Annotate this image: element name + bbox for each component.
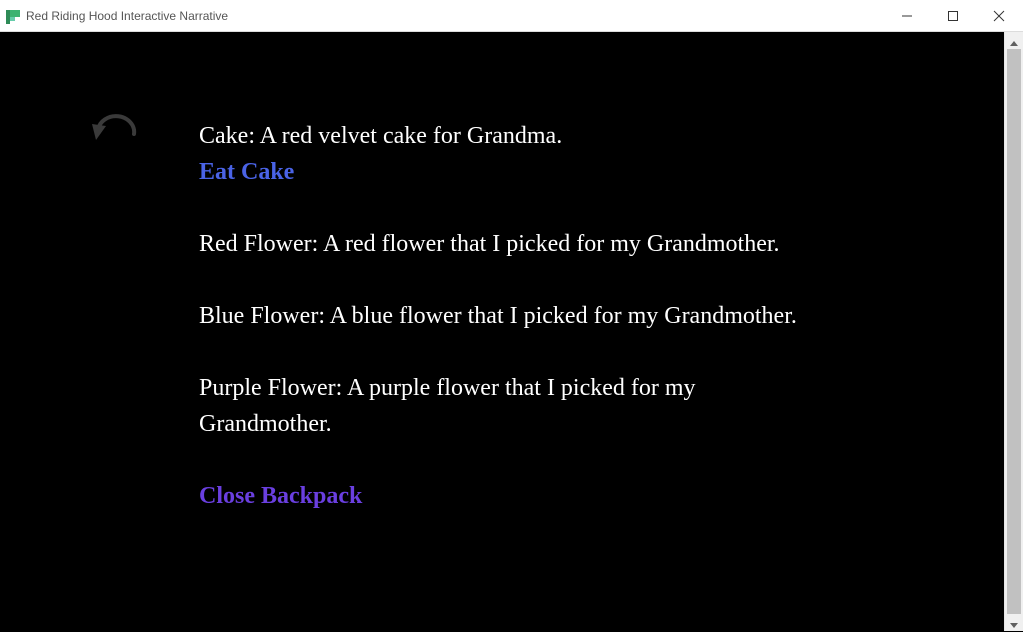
item-description: Purple Flower: A purple flower that I pi… bbox=[199, 375, 696, 437]
app-window: Red Riding Hood Interactive Narrative Ca… bbox=[0, 0, 1023, 631]
item-cake: Cake: A red velvet cake for Grandma. Eat… bbox=[199, 118, 799, 190]
scroll-down-icon bbox=[1010, 613, 1018, 632]
close-backpack-link[interactable]: Close Backpack bbox=[199, 478, 799, 514]
close-backpack-row: Close Backpack bbox=[199, 478, 799, 514]
eat-cake-link[interactable]: Eat Cake bbox=[199, 154, 799, 190]
item-description: Cake: A red velvet cake for Grandma. bbox=[199, 123, 563, 149]
backpack-contents: Cake: A red velvet cake for Grandma. Eat… bbox=[199, 118, 799, 550]
close-icon bbox=[993, 10, 1005, 22]
item-red-flower: Red Flower: A red flower that I picked f… bbox=[199, 226, 799, 262]
scroll-down-button[interactable] bbox=[1005, 614, 1023, 631]
window-title: Red Riding Hood Interactive Narrative bbox=[26, 9, 229, 23]
close-window-button[interactable] bbox=[976, 0, 1022, 32]
item-blue-flower: Blue Flower: A blue flower that I picked… bbox=[199, 298, 799, 334]
app-logo-icon bbox=[6, 9, 20, 24]
item-description: Red Flower: A red flower that I picked f… bbox=[199, 231, 780, 257]
maximize-icon bbox=[947, 10, 959, 22]
minimize-button[interactable] bbox=[884, 0, 930, 32]
vertical-scrollbar[interactable] bbox=[1004, 32, 1023, 631]
item-purple-flower: Purple Flower: A purple flower that I pi… bbox=[199, 370, 799, 442]
scroll-thumb[interactable] bbox=[1007, 49, 1021, 614]
undo-icon[interactable] bbox=[90, 112, 140, 146]
minimize-icon bbox=[901, 10, 913, 22]
title-bar: Red Riding Hood Interactive Narrative bbox=[0, 0, 1023, 32]
scroll-up-icon bbox=[1010, 31, 1018, 50]
scroll-up-button[interactable] bbox=[1005, 32, 1023, 49]
maximize-button[interactable] bbox=[930, 0, 976, 32]
story-panel: Cake: A red velvet cake for Grandma. Eat… bbox=[0, 32, 1004, 631]
item-description: Blue Flower: A blue flower that I picked… bbox=[199, 303, 797, 329]
